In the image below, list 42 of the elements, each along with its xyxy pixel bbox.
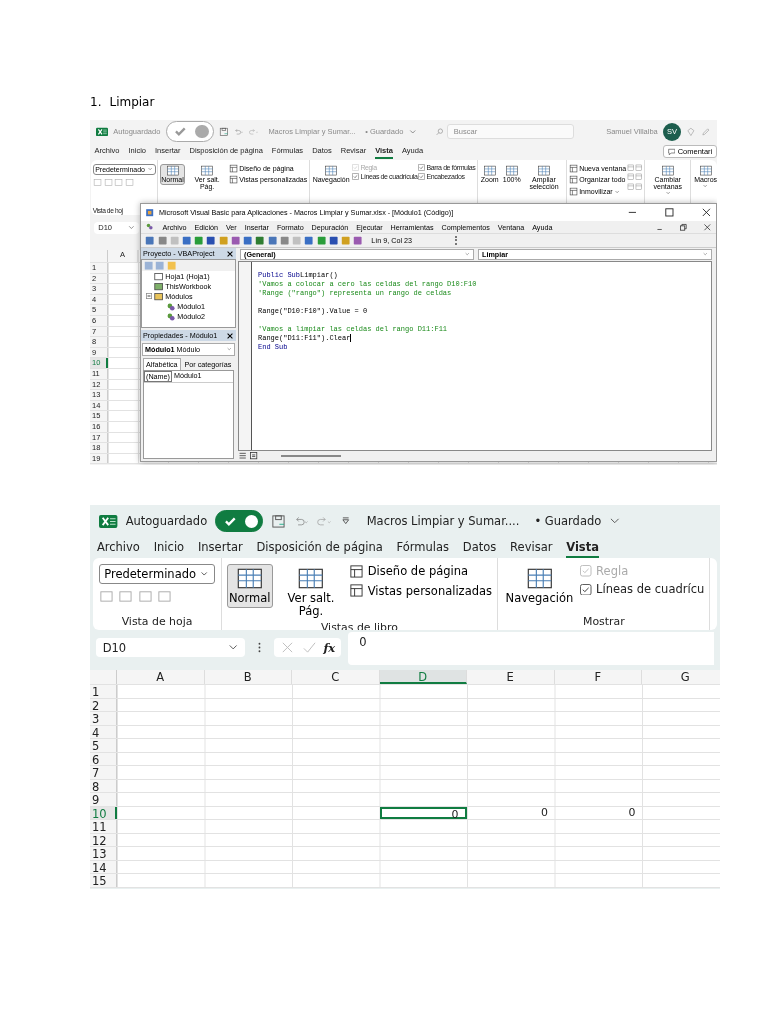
table-cell[interactable]: 0: [554, 806, 642, 819]
row-header[interactable]: 7: [90, 766, 117, 779]
autosave-label: Autoguardado: [125, 514, 208, 528]
column-header[interactable]: C: [292, 670, 380, 684]
column-header[interactable]: F: [554, 670, 642, 684]
menu-tab[interactable]: Inicio: [153, 537, 185, 558]
row-header[interactable]: 15: [90, 874, 117, 887]
ribbon-button[interactable]: Diseño de página: [349, 563, 493, 579]
formula-field[interactable]: 0: [347, 632, 715, 665]
column-header[interactable]: D: [379, 670, 467, 684]
save-status[interactable]: • Guardado: [534, 514, 602, 528]
ribbon-checkbox[interactable]: Líneas de cuadrícu: [580, 582, 705, 597]
ribbon-button[interactable]: Normal: [226, 563, 273, 609]
column-header[interactable]: G: [642, 670, 720, 684]
column-header[interactable]: A: [117, 670, 205, 684]
row-header[interactable]: 11: [90, 820, 117, 833]
row-header[interactable]: 13: [90, 847, 117, 860]
ribbon-button[interactable]: Vistas personalizadas: [349, 583, 493, 599]
menu-tab[interactable]: Fórmulas: [396, 537, 450, 558]
ribbon-button[interactable]: Navegación: [503, 563, 576, 609]
table-cell[interactable]: 0: [379, 806, 467, 819]
row-header[interactable]: 1: [90, 685, 117, 698]
column-header[interactable]: E: [467, 670, 555, 684]
row-header[interactable]: 5: [90, 739, 117, 752]
insert-function-button[interactable]: fx: [323, 640, 336, 655]
heading: Limpiar: [109, 95, 155, 109]
menu-tab[interactable]: Revisar: [510, 537, 553, 558]
menu-tab[interactable]: Archivo: [96, 537, 140, 558]
group-label: Mostrar: [582, 614, 626, 628]
menu-tab[interactable]: Disposición de página: [256, 537, 383, 558]
menu-tab[interactable]: Datos: [462, 537, 497, 558]
document-title: Macros Limpiar y Sumar....: [366, 514, 520, 528]
menu-tab[interactable]: Insertar: [197, 537, 243, 558]
ribbon-button[interactable]: Ver salt. Pág.: [277, 563, 345, 621]
name-box[interactable]: D10: [95, 638, 246, 657]
row-header[interactable]: 9: [90, 793, 117, 806]
column-header[interactable]: B: [204, 670, 292, 684]
list-number: 1.: [90, 95, 102, 109]
group-label: Vista de hoja: [120, 614, 194, 628]
view-dropdown[interactable]: Predeterminado: [98, 563, 216, 585]
table-cell[interactable]: 0: [467, 806, 555, 819]
row-header[interactable]: 3: [90, 712, 117, 725]
